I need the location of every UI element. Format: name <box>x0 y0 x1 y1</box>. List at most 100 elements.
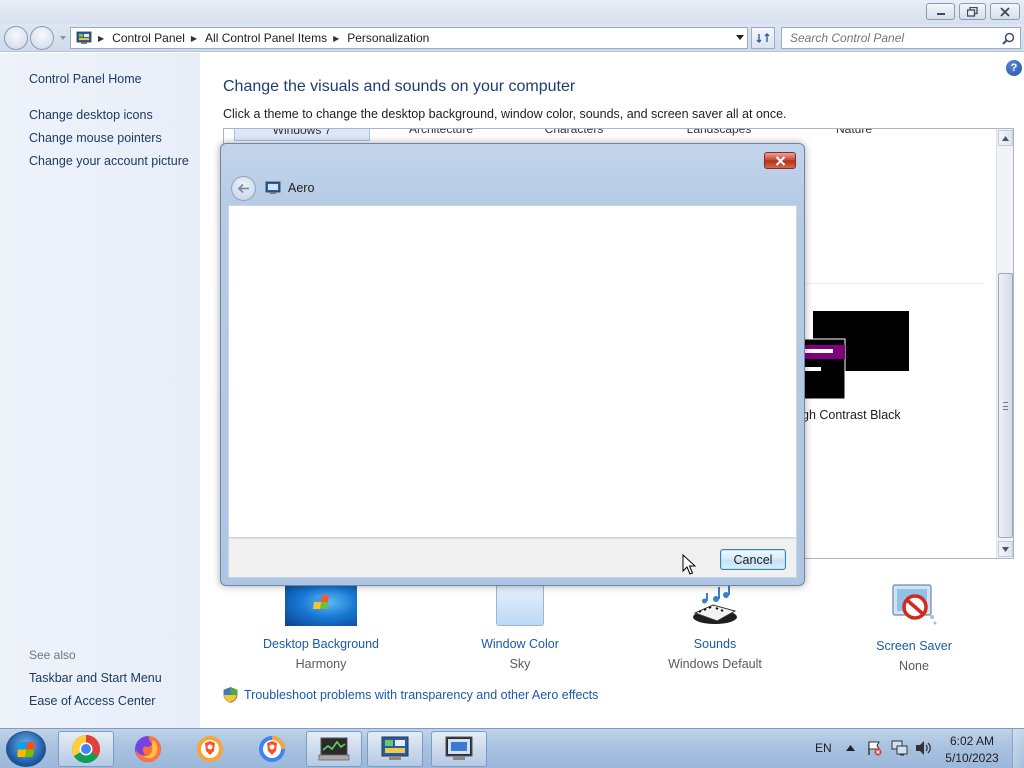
refresh-icon <box>756 33 770 43</box>
breadcrumb-separator[interactable]: ▶ <box>98 34 104 43</box>
minimize-button[interactable] <box>926 3 955 20</box>
control-panel-icon <box>381 736 409 760</box>
flag-icon[interactable] <box>866 740 882 756</box>
taskbar-personalization[interactable] <box>431 731 487 767</box>
brave-icon <box>197 736 223 762</box>
brave-icon <box>259 736 285 762</box>
clock-date[interactable]: 5/10/2023 <box>940 751 1004 765</box>
troubleshooter-icon <box>265 181 281 194</box>
theme-list-scrollbar[interactable] <box>996 129 1013 558</box>
taskbar-firefox[interactable] <box>120 731 176 767</box>
desktop-background-link[interactable]: Desktop Background <box>260 637 382 651</box>
breadcrumb-all-items[interactable]: All Control Panel Items <box>205 31 327 45</box>
volume-icon[interactable] <box>915 740 932 756</box>
forward-button[interactable] <box>30 26 54 50</box>
cursor-icon <box>682 554 696 575</box>
cancel-button[interactable]: Cancel <box>720 549 786 570</box>
clock-time[interactable]: 6:02 AM <box>940 734 1004 748</box>
taskbar: EN 6:02 AM 5/10/2023 <box>0 728 1024 768</box>
start-button[interactable] <box>6 731 46 767</box>
aero-troubleshooter-dialog: Aero Cancel <box>220 143 805 586</box>
taskbar-system-monitor[interactable] <box>306 731 362 767</box>
monitor-icon <box>318 737 350 761</box>
troubleshoot-aero-text[interactable]: Troubleshoot problems with transparency … <box>244 688 598 702</box>
chevron-up-icon <box>1002 135 1009 141</box>
theme-windows7[interactable]: Windows 7 <box>234 129 370 141</box>
see-also-heading: See also <box>29 648 76 662</box>
window-color-link[interactable]: Window Color <box>470 637 570 651</box>
dialog-content-area <box>228 205 797 538</box>
sounds-setting[interactable]: Sounds Windows Default <box>665 583 765 671</box>
firefox-icon <box>135 736 161 762</box>
address-dropdown-icon[interactable] <box>735 34 745 42</box>
help-icon[interactable]: ? <box>1006 60 1022 76</box>
window-color-swatch[interactable] <box>496 583 544 626</box>
back-arrow-icon <box>237 183 249 194</box>
breadcrumb-personalization[interactable]: Personalization <box>347 31 429 45</box>
change-mouse-pointers-link[interactable]: Change mouse pointers <box>29 131 162 145</box>
sounds-value: Windows Default <box>668 657 762 671</box>
change-account-picture-link[interactable]: Change your account picture <box>29 154 189 168</box>
screen-saver-setting[interactable]: Screen Saver None <box>864 583 964 673</box>
high-contrast-black-preview[interactable] <box>801 311 911 401</box>
show-hidden-icons-icon[interactable] <box>846 744 855 751</box>
search-input[interactable] <box>782 28 992 48</box>
minimize-icon <box>936 12 945 15</box>
close-button[interactable] <box>990 3 1020 20</box>
restore-button[interactable] <box>959 3 986 20</box>
change-desktop-icons-link[interactable]: Change desktop icons <box>29 108 153 122</box>
scroll-up-button[interactable] <box>998 130 1013 146</box>
show-desktop-button[interactable] <box>1012 729 1024 768</box>
breadcrumb-control-panel[interactable]: Control Panel <box>112 31 185 45</box>
dialog-close-button[interactable] <box>764 152 796 169</box>
recent-pages-icon[interactable] <box>58 33 68 43</box>
theme-characters[interactable]: Characters <box>524 129 624 141</box>
high-contrast-black-label[interactable]: gh Contrast Black <box>802 408 901 422</box>
taskbar-brave[interactable] <box>182 731 238 767</box>
network-icon[interactable] <box>891 740 908 756</box>
search-icon[interactable] <box>1002 32 1015 45</box>
chrome-icon <box>72 735 100 763</box>
theme-nature[interactable]: Nature <box>804 129 904 141</box>
desktop-background-thumbnail[interactable] <box>285 583 357 626</box>
control-panel-home-link[interactable]: Control Panel Home <box>29 72 142 86</box>
refresh-button[interactable] <box>751 27 775 49</box>
left-task-pane: Control Panel Home Change desktop icons … <box>0 53 200 728</box>
sounds-link[interactable]: Sounds <box>665 637 765 651</box>
taskbar-control-panel[interactable] <box>367 731 423 767</box>
window-titlebar <box>0 0 1024 24</box>
scroll-thumb[interactable] <box>998 273 1013 538</box>
restore-icon <box>967 6 978 17</box>
breadcrumb-separator[interactable]: ▶ <box>333 34 339 43</box>
shield-icon <box>223 687 238 703</box>
ease-of-access-link[interactable]: Ease of Access Center <box>29 694 155 708</box>
taskbar-start-menu-link[interactable]: Taskbar and Start Menu <box>29 671 162 685</box>
window-color-setting[interactable]: Window Color Sky <box>470 583 570 671</box>
taskbar-brave-beta[interactable] <box>244 731 300 767</box>
back-button[interactable] <box>4 26 28 50</box>
taskbar-chrome[interactable] <box>58 731 114 767</box>
screen-saver-value: None <box>899 659 929 673</box>
search-box[interactable] <box>781 27 1021 49</box>
troubleshoot-aero-link[interactable]: Troubleshoot problems with transparency … <box>223 687 598 703</box>
screen-saver-link[interactable]: Screen Saver <box>864 639 964 653</box>
dialog-title: Aero <box>288 181 315 195</box>
page-title: Change the visuals and sounds on your co… <box>223 78 576 95</box>
breadcrumb-separator[interactable]: ▶ <box>191 34 197 43</box>
address-bar[interactable]: ▶ Control Panel ▶ All Control Panel Item… <box>70 27 748 49</box>
dialog-footer: Cancel <box>228 538 797 578</box>
desktop-background-value: Harmony <box>295 657 347 671</box>
language-indicator[interactable]: EN <box>815 741 832 755</box>
desktop-background-setting[interactable]: Desktop Background Harmony <box>260 583 382 671</box>
sounds-icon[interactable] <box>689 583 741 627</box>
dialog-back-button[interactable] <box>231 176 256 201</box>
navigation-bar: ▶ Control Panel ▶ All Control Panel Item… <box>0 24 1024 52</box>
screen-saver-icon[interactable] <box>889 583 939 629</box>
scroll-down-button[interactable] <box>998 541 1013 557</box>
window-color-value: Sky <box>509 657 531 671</box>
close-icon <box>775 155 785 166</box>
page-subtitle: Click a theme to change the desktop back… <box>223 107 787 121</box>
close-icon <box>1000 6 1010 17</box>
theme-architecture[interactable]: Architecture <box>386 129 496 141</box>
theme-landscapes[interactable]: Landscapes <box>664 129 774 141</box>
